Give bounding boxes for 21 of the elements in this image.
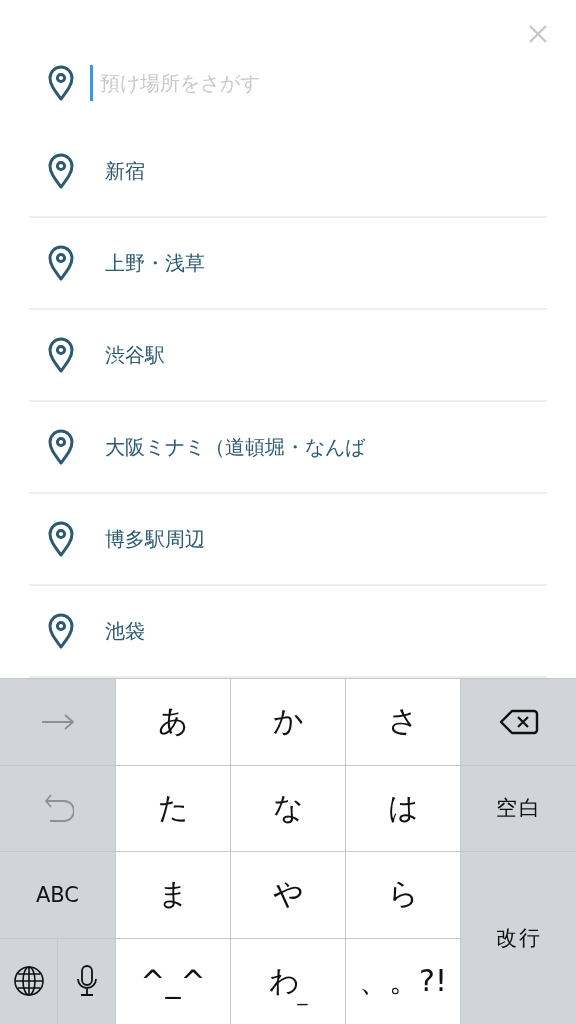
keyboard-key[interactable]: た [116,765,230,851]
keyboard-key[interactable]: 、。?! [346,938,460,1024]
place-name[interactable]: 渋谷駅 [105,341,165,369]
return-key[interactable]: 改行 [461,852,576,1024]
keyboard-key[interactable]: あ [116,679,230,765]
place-name[interactable]: 池袋 [105,617,145,645]
place-name[interactable]: 上野・浅草 [105,249,205,277]
keyboard-key[interactable]: な [231,765,345,851]
keyboard-key[interactable]: か [231,679,345,765]
keyboard-key[interactable]: わ_ [231,938,345,1024]
keyboard-key[interactable]: ABC [0,852,115,938]
keyboard-key[interactable]: さ [346,679,460,765]
keyboard-key[interactable]: や [231,852,345,938]
keyboard-key[interactable]: ま [116,852,230,938]
place-name[interactable]: 大阪ミナミ（道頓堀・なんば [105,433,365,461]
keyboard-key[interactable]: ら [346,852,460,938]
place-name[interactable]: 博多駅周辺 [105,525,205,553]
place-name[interactable]: 新宿 [105,157,145,185]
keyboard-key[interactable]: ^_^ [116,938,230,1024]
keyboard-key[interactable]: は [346,765,460,851]
keyboard-key[interactable]: 空白 [461,765,576,851]
